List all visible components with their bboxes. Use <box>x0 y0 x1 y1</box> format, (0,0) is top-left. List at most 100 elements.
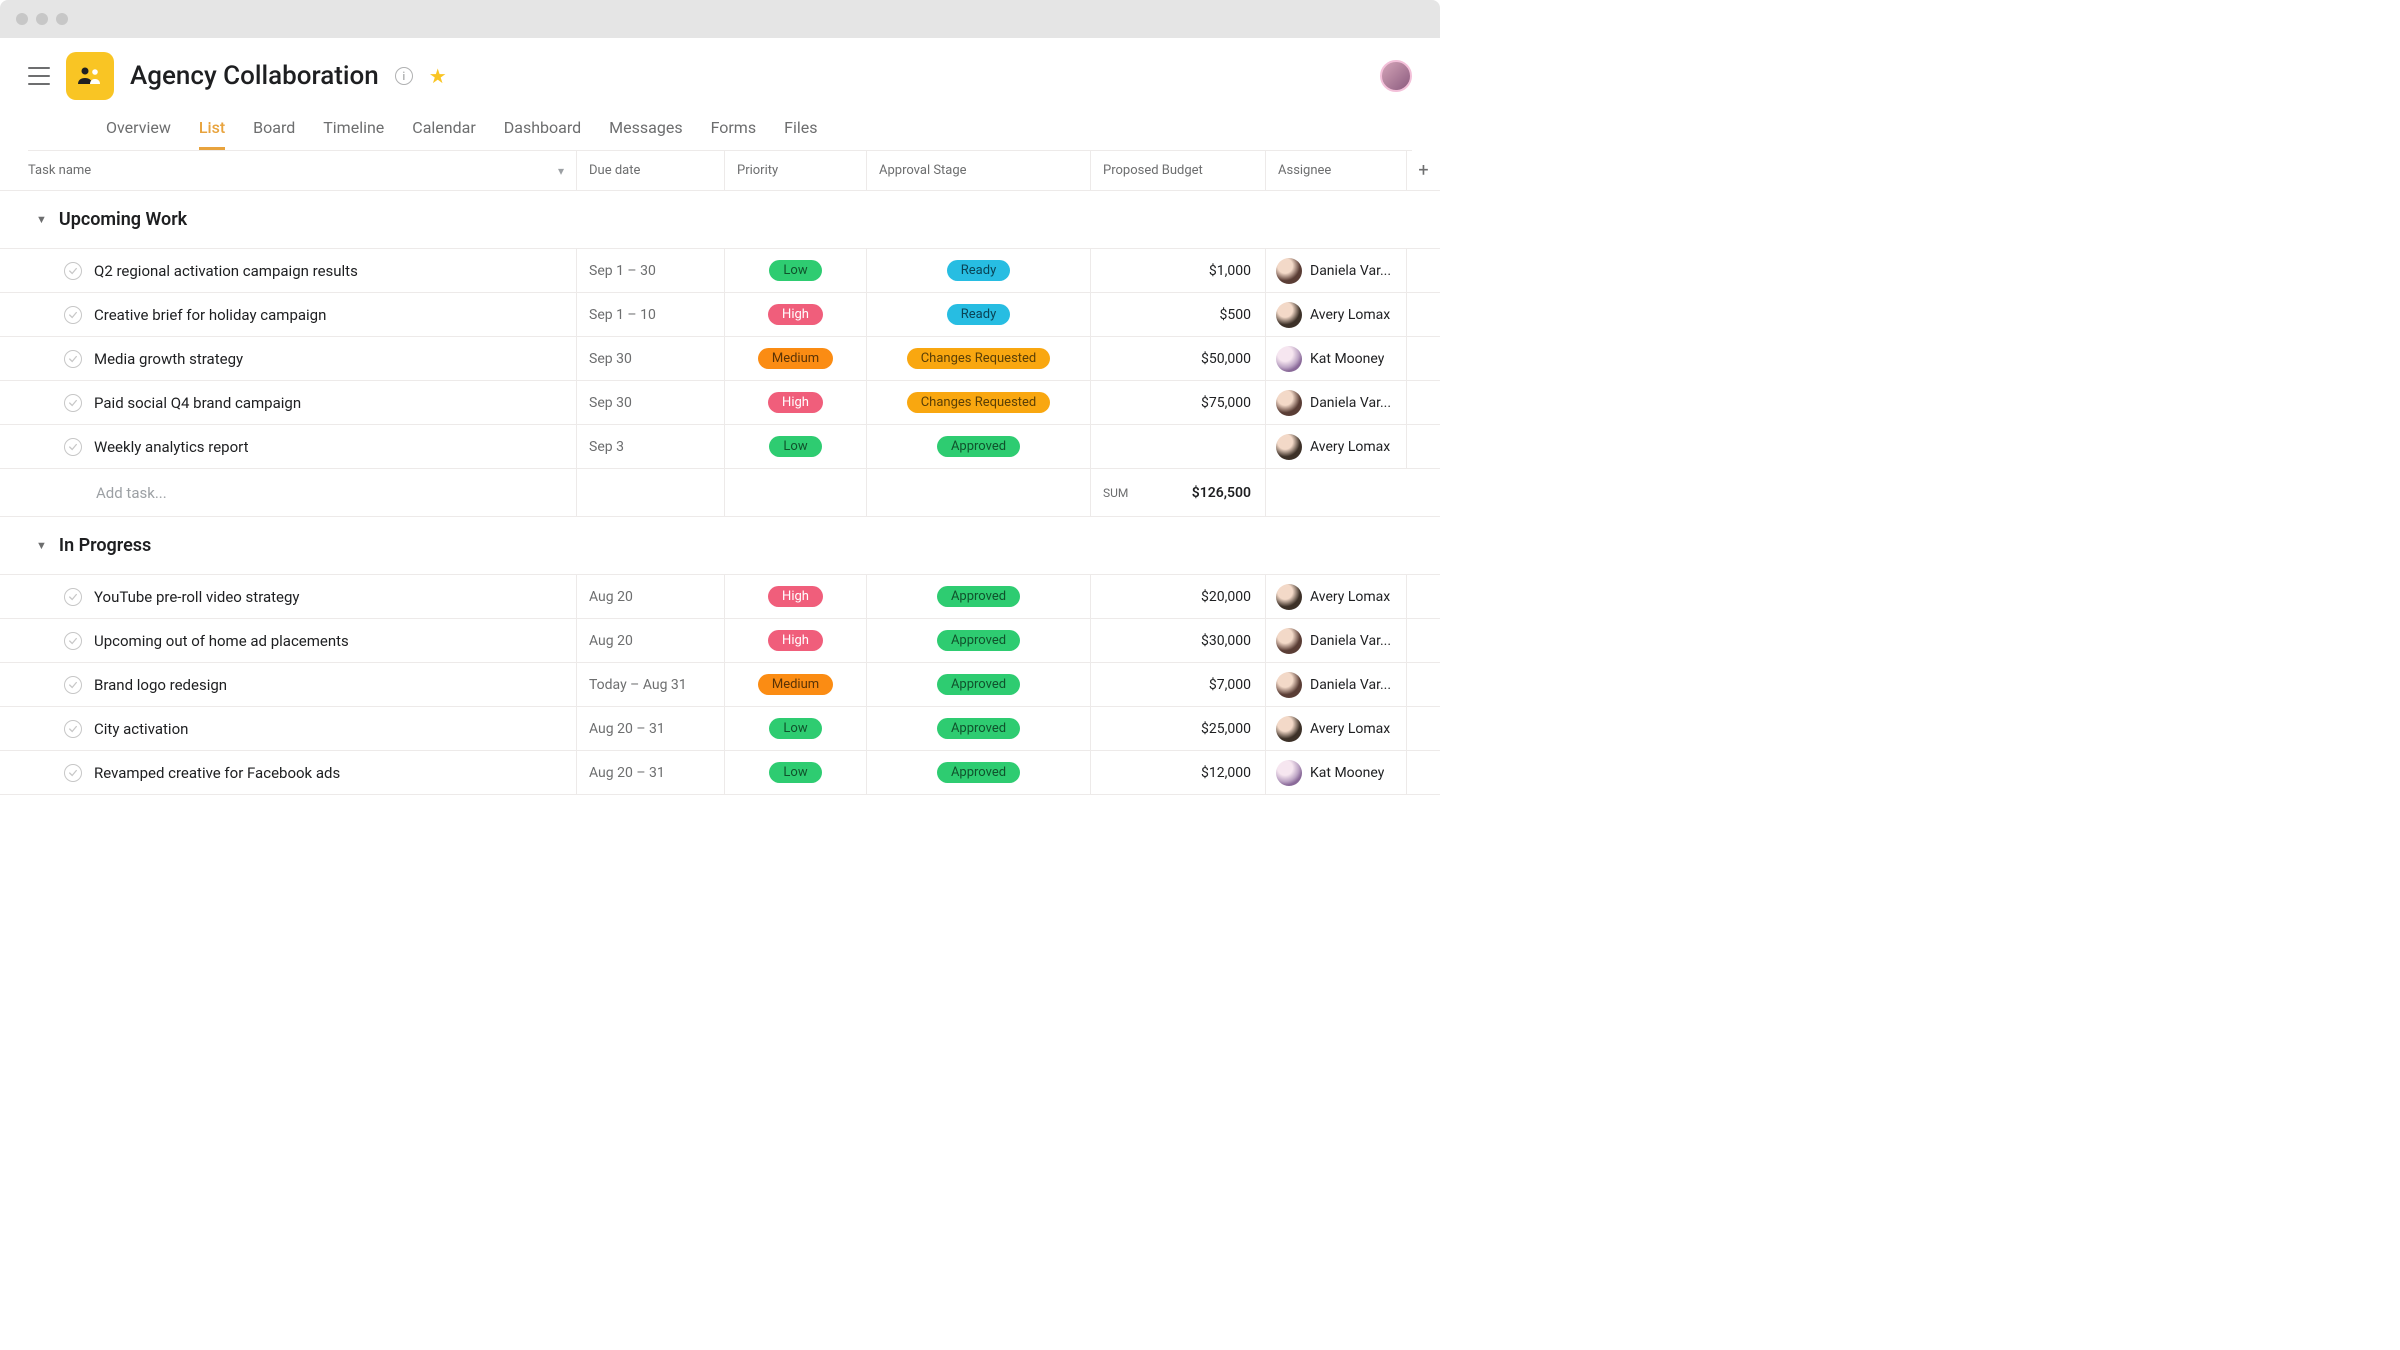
priority-cell[interactable]: High <box>725 575 867 618</box>
due-date-cell[interactable]: Aug 20 <box>577 575 725 618</box>
task-name-cell[interactable]: Brand logo redesign <box>0 663 577 706</box>
complete-task-icon[interactable] <box>64 262 82 280</box>
task-name-cell[interactable]: Upcoming out of home ad placements <box>0 619 577 662</box>
tab-overview[interactable]: Overview <box>106 118 171 150</box>
section-header[interactable]: ▼Upcoming Work <box>0 191 1440 249</box>
assignee-cell[interactable]: Kat Mooney <box>1266 337 1406 380</box>
due-date-cell[interactable]: Aug 20 – 31 <box>577 751 725 794</box>
star-icon[interactable]: ★ <box>429 64 447 88</box>
tab-forms[interactable]: Forms <box>711 118 757 150</box>
due-date-cell[interactable]: Sep 30 <box>577 381 725 424</box>
assignee-cell[interactable]: Daniela Var... <box>1266 663 1406 706</box>
budget-cell[interactable]: $1,000 <box>1091 249 1266 292</box>
budget-cell[interactable]: $50,000 <box>1091 337 1266 380</box>
approval-cell[interactable]: Ready <box>867 293 1091 336</box>
project-title[interactable]: Agency Collaboration <box>130 61 379 91</box>
priority-cell[interactable]: Low <box>725 751 867 794</box>
due-date-cell[interactable]: Aug 20 – 31 <box>577 707 725 750</box>
budget-cell[interactable]: $7,000 <box>1091 663 1266 706</box>
task-name-cell[interactable]: Weekly analytics report <box>0 425 577 468</box>
complete-task-icon[interactable] <box>64 306 82 324</box>
approval-cell[interactable]: Approved <box>867 619 1091 662</box>
task-name-cell[interactable]: Revamped creative for Facebook ads <box>0 751 577 794</box>
priority-cell[interactable]: High <box>725 293 867 336</box>
task-row[interactable]: Q2 regional activation campaign resultsS… <box>0 249 1440 293</box>
complete-task-icon[interactable] <box>64 632 82 650</box>
complete-task-icon[interactable] <box>64 588 82 606</box>
approval-cell[interactable]: Ready <box>867 249 1091 292</box>
add-task-input[interactable]: Add task... <box>0 469 577 516</box>
due-date-cell[interactable]: Sep 30 <box>577 337 725 380</box>
priority-cell[interactable]: Medium <box>725 337 867 380</box>
add-column-button[interactable]: + <box>1406 151 1440 190</box>
assignee-cell[interactable]: Daniela Var... <box>1266 249 1406 292</box>
tab-dashboard[interactable]: Dashboard <box>504 118 581 150</box>
project-icon[interactable] <box>66 52 114 100</box>
tab-board[interactable]: Board <box>253 118 295 150</box>
task-name-cell[interactable]: Creative brief for holiday campaign <box>0 293 577 336</box>
priority-cell[interactable]: High <box>725 381 867 424</box>
task-row[interactable]: Creative brief for holiday campaignSep 1… <box>0 293 1440 337</box>
task-name-cell[interactable]: City activation <box>0 707 577 750</box>
column-approval-stage[interactable]: Approval Stage <box>867 151 1091 190</box>
tab-files[interactable]: Files <box>784 118 817 150</box>
task-row[interactable]: YouTube pre-roll video strategyAug 20Hig… <box>0 575 1440 619</box>
info-icon[interactable]: i <box>395 67 413 85</box>
complete-task-icon[interactable] <box>64 720 82 738</box>
due-date-cell[interactable]: Aug 20 <box>577 619 725 662</box>
assignee-cell[interactable]: Avery Lomax <box>1266 707 1406 750</box>
column-assignee[interactable]: Assignee <box>1266 151 1406 190</box>
traffic-light-minimize[interactable] <box>36 13 48 25</box>
task-name-cell[interactable]: Q2 regional activation campaign results <box>0 249 577 292</box>
due-date-cell[interactable]: Sep 3 <box>577 425 725 468</box>
hamburger-menu-icon[interactable] <box>28 67 50 85</box>
task-row[interactable]: Paid social Q4 brand campaignSep 30HighC… <box>0 381 1440 425</box>
budget-cell[interactable]: $20,000 <box>1091 575 1266 618</box>
complete-task-icon[interactable] <box>64 394 82 412</box>
budget-cell[interactable]: $75,000 <box>1091 381 1266 424</box>
assignee-cell[interactable]: Avery Lomax <box>1266 425 1406 468</box>
caret-down-icon[interactable]: ▼ <box>36 539 47 552</box>
approval-cell[interactable]: Approved <box>867 575 1091 618</box>
budget-cell[interactable]: $500 <box>1091 293 1266 336</box>
traffic-light-zoom[interactable] <box>56 13 68 25</box>
column-task-name[interactable]: Task name ▾ <box>0 151 577 190</box>
due-date-cell[interactable]: Sep 1 – 10 <box>577 293 725 336</box>
task-row[interactable]: Weekly analytics reportSep 3LowApprovedA… <box>0 425 1440 469</box>
task-name-cell[interactable]: Media growth strategy <box>0 337 577 380</box>
budget-cell[interactable]: $12,000 <box>1091 751 1266 794</box>
column-priority[interactable]: Priority <box>725 151 867 190</box>
due-date-cell[interactable]: Today – Aug 31 <box>577 663 725 706</box>
assignee-cell[interactable]: Daniela Var... <box>1266 619 1406 662</box>
approval-cell[interactable]: Changes Requested <box>867 337 1091 380</box>
budget-cell[interactable] <box>1091 425 1266 468</box>
tab-calendar[interactable]: Calendar <box>412 118 475 150</box>
approval-cell[interactable]: Approved <box>867 707 1091 750</box>
approval-cell[interactable]: Approved <box>867 663 1091 706</box>
chevron-down-icon[interactable]: ▾ <box>558 164 564 178</box>
tab-timeline[interactable]: Timeline <box>323 118 384 150</box>
due-date-cell[interactable]: Sep 1 – 30 <box>577 249 725 292</box>
task-row[interactable]: Brand logo redesignToday – Aug 31MediumA… <box>0 663 1440 707</box>
column-due-date[interactable]: Due date <box>577 151 725 190</box>
tab-messages[interactable]: Messages <box>609 118 682 150</box>
priority-cell[interactable]: High <box>725 619 867 662</box>
approval-cell[interactable]: Changes Requested <box>867 381 1091 424</box>
task-row[interactable]: Upcoming out of home ad placementsAug 20… <box>0 619 1440 663</box>
priority-cell[interactable]: Medium <box>725 663 867 706</box>
approval-cell[interactable]: Approved <box>867 751 1091 794</box>
caret-down-icon[interactable]: ▼ <box>36 213 47 226</box>
task-name-cell[interactable]: YouTube pre-roll video strategy <box>0 575 577 618</box>
traffic-light-close[interactable] <box>16 13 28 25</box>
complete-task-icon[interactable] <box>64 350 82 368</box>
user-avatar[interactable] <box>1380 60 1412 92</box>
priority-cell[interactable]: Low <box>725 425 867 468</box>
complete-task-icon[interactable] <box>64 764 82 782</box>
budget-cell[interactable]: $25,000 <box>1091 707 1266 750</box>
tab-list[interactable]: List <box>199 118 225 150</box>
task-row[interactable]: Media growth strategySep 30MediumChanges… <box>0 337 1440 381</box>
task-row[interactable]: City activationAug 20 – 31LowApproved$25… <box>0 707 1440 751</box>
section-header[interactable]: ▼In Progress <box>0 517 1440 575</box>
budget-cell[interactable]: $30,000 <box>1091 619 1266 662</box>
task-name-cell[interactable]: Paid social Q4 brand campaign <box>0 381 577 424</box>
